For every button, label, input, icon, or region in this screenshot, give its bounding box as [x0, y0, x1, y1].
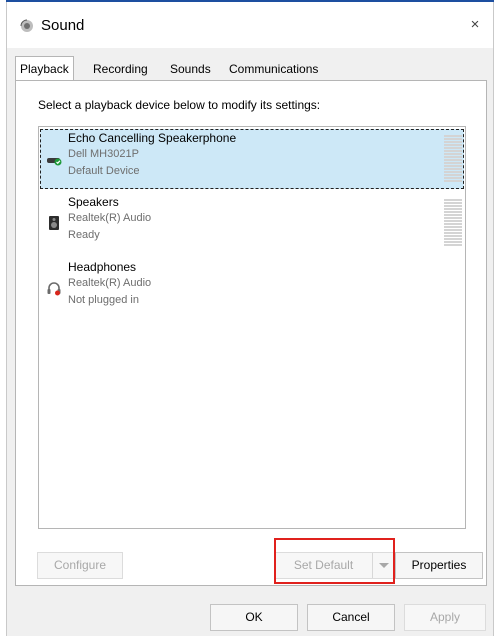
- tab-playback[interactable]: Playback: [15, 56, 74, 80]
- set-default-label: Set Default: [293, 558, 354, 572]
- sound-dialog: Sound × Playback Recording Sounds Commun…: [6, 0, 494, 636]
- title-bar: Sound ×: [7, 2, 493, 48]
- device-detail: Realtek(R) Audio: [68, 212, 152, 224]
- chevron-down-icon[interactable]: [372, 553, 394, 578]
- tab-communications[interactable]: Communications: [225, 58, 322, 80]
- volume-meter: [444, 135, 462, 183]
- tab-sounds[interactable]: Sounds: [166, 58, 215, 80]
- speakerphone-icon: [47, 158, 62, 166]
- speaker-icon: [49, 216, 59, 230]
- device-speakers[interactable]: Speakers Realtek(R) Audio Ready: [40, 193, 464, 253]
- close-icon[interactable]: ×: [467, 16, 483, 33]
- device-echo-cancelling-speakerphone[interactable]: Echo Cancelling Speakerphone Dell MH3021…: [40, 129, 464, 189]
- device-headphones[interactable]: Headphones Realtek(R) Audio Not plugged …: [40, 258, 464, 318]
- tab-recording[interactable]: Recording: [89, 58, 152, 80]
- configure-button[interactable]: Configure: [37, 552, 123, 579]
- device-status: Not plugged in: [68, 294, 139, 306]
- ok-button[interactable]: OK: [210, 604, 298, 631]
- speaker-icon: [20, 19, 33, 32]
- device-name: Speakers: [68, 195, 119, 209]
- device-detail: Realtek(R) Audio: [68, 277, 152, 289]
- instruction-text: Select a playback device below to modify…: [38, 98, 321, 112]
- device-status: Default Device: [68, 165, 140, 177]
- device-status: Ready: [68, 229, 100, 241]
- volume-meter: [444, 199, 462, 247]
- device-detail: Dell MH3021P: [68, 148, 139, 160]
- device-name: Echo Cancelling Speakerphone: [68, 131, 237, 145]
- device-list[interactable]: Echo Cancelling Speakerphone Dell MH3021…: [38, 126, 466, 529]
- playback-panel: Select a playback device below to modify…: [15, 80, 487, 586]
- device-name: Headphones: [68, 260, 137, 274]
- set-default-button[interactable]: Set Default: [274, 552, 395, 579]
- apply-button[interactable]: Apply: [404, 604, 486, 631]
- cancel-button[interactable]: Cancel: [307, 604, 395, 631]
- properties-button[interactable]: Properties: [395, 552, 483, 579]
- headphones-icon: [47, 282, 61, 296]
- window-title: Sound: [41, 17, 85, 34]
